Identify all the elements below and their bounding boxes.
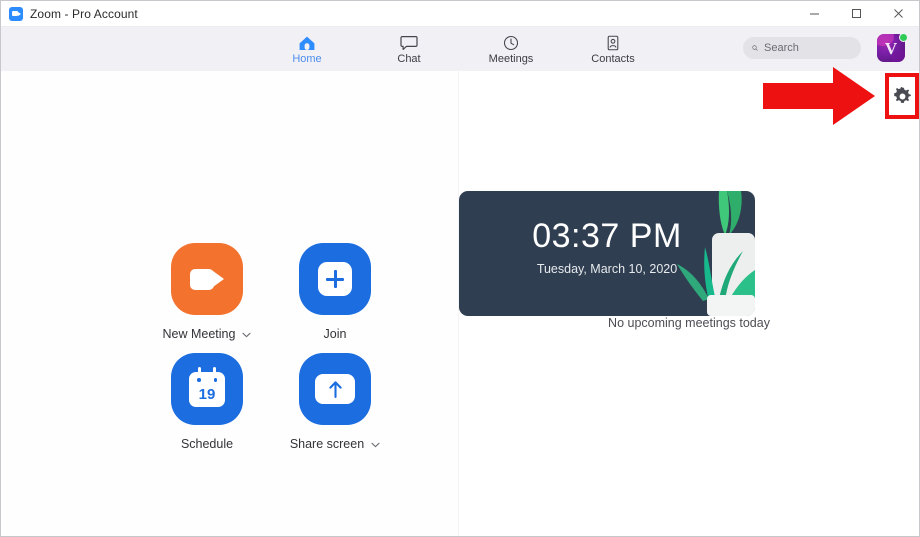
- maximize-button[interactable]: [835, 1, 877, 27]
- status-badge: [899, 33, 908, 42]
- calendar-icon: 19: [189, 371, 225, 407]
- chevron-down-icon[interactable]: [242, 327, 251, 341]
- share-screen-label: Share screen: [290, 437, 364, 451]
- meetings-pane: 03:37 PM Tuesday, March 10, 2020 No upco…: [459, 71, 919, 536]
- main-content: New Meeting: [1, 71, 919, 536]
- search-icon: [752, 42, 758, 54]
- join-label-row: Join: [324, 327, 347, 341]
- action-grid: New Meeting: [143, 243, 399, 463]
- close-icon: [893, 8, 904, 19]
- settings-button-highlight[interactable]: [885, 73, 919, 119]
- window-title: Zoom - Pro Account: [30, 7, 138, 21]
- tab-contacts-label: Contacts: [591, 53, 634, 65]
- tab-contacts[interactable]: Contacts: [582, 33, 644, 65]
- calendar-day-number: 19: [199, 387, 216, 402]
- tab-home-label: Home: [292, 53, 321, 65]
- up-arrow-icon: [315, 374, 355, 404]
- tab-home[interactable]: Home: [276, 33, 338, 65]
- no-meetings-message: No upcoming meetings today: [459, 316, 919, 330]
- join-button[interactable]: Join: [271, 243, 399, 353]
- schedule-label-row: Schedule: [181, 437, 233, 451]
- close-button[interactable]: [877, 1, 919, 27]
- new-meeting-label: New Meeting: [163, 327, 236, 341]
- home-icon: [298, 33, 316, 51]
- title-bar: Zoom - Pro Account: [1, 1, 919, 27]
- clock-icon: [502, 33, 520, 51]
- gear-icon: [893, 87, 912, 106]
- search-box[interactable]: [743, 37, 861, 59]
- new-meeting-tile: [171, 243, 243, 315]
- contact-card-icon: [604, 33, 622, 51]
- window-controls: [793, 1, 919, 27]
- schedule-label: Schedule: [181, 437, 233, 451]
- share-screen-tile: [299, 353, 371, 425]
- new-meeting-label-row: New Meeting: [163, 327, 252, 341]
- search-input[interactable]: [764, 42, 852, 54]
- video-camera-icon: [190, 269, 224, 290]
- share-screen-label-row: Share screen: [290, 437, 380, 451]
- schedule-tile: 19: [171, 353, 243, 425]
- red-arrow-annotation: [763, 67, 875, 125]
- zoom-app-window: Zoom - Pro Account: [0, 0, 920, 537]
- join-label: Join: [324, 327, 347, 341]
- clock-card: 03:37 PM Tuesday, March 10, 2020: [459, 191, 755, 316]
- chevron-down-icon[interactable]: [371, 437, 380, 451]
- new-meeting-button[interactable]: New Meeting: [143, 243, 271, 353]
- actions-pane: New Meeting: [1, 71, 459, 536]
- zoom-video-icon: [9, 7, 23, 21]
- tab-meetings-label: Meetings: [489, 53, 534, 65]
- join-tile: [299, 243, 371, 315]
- minimize-button[interactable]: [793, 1, 835, 27]
- maximize-icon: [851, 8, 862, 19]
- avatar[interactable]: V: [877, 34, 907, 64]
- potted-plant-illustration: [657, 191, 755, 316]
- share-screen-button[interactable]: Share screen: [271, 353, 399, 463]
- minimize-icon: [809, 8, 820, 19]
- tab-chat[interactable]: Chat: [378, 33, 440, 65]
- plus-icon: [318, 262, 352, 296]
- schedule-button[interactable]: 19 Schedule: [143, 353, 271, 463]
- tab-meetings[interactable]: Meetings: [480, 33, 542, 65]
- tab-chat-label: Chat: [397, 53, 420, 65]
- chat-bubble-icon: [400, 33, 418, 51]
- app-header: Home Chat Meetings: [1, 27, 919, 71]
